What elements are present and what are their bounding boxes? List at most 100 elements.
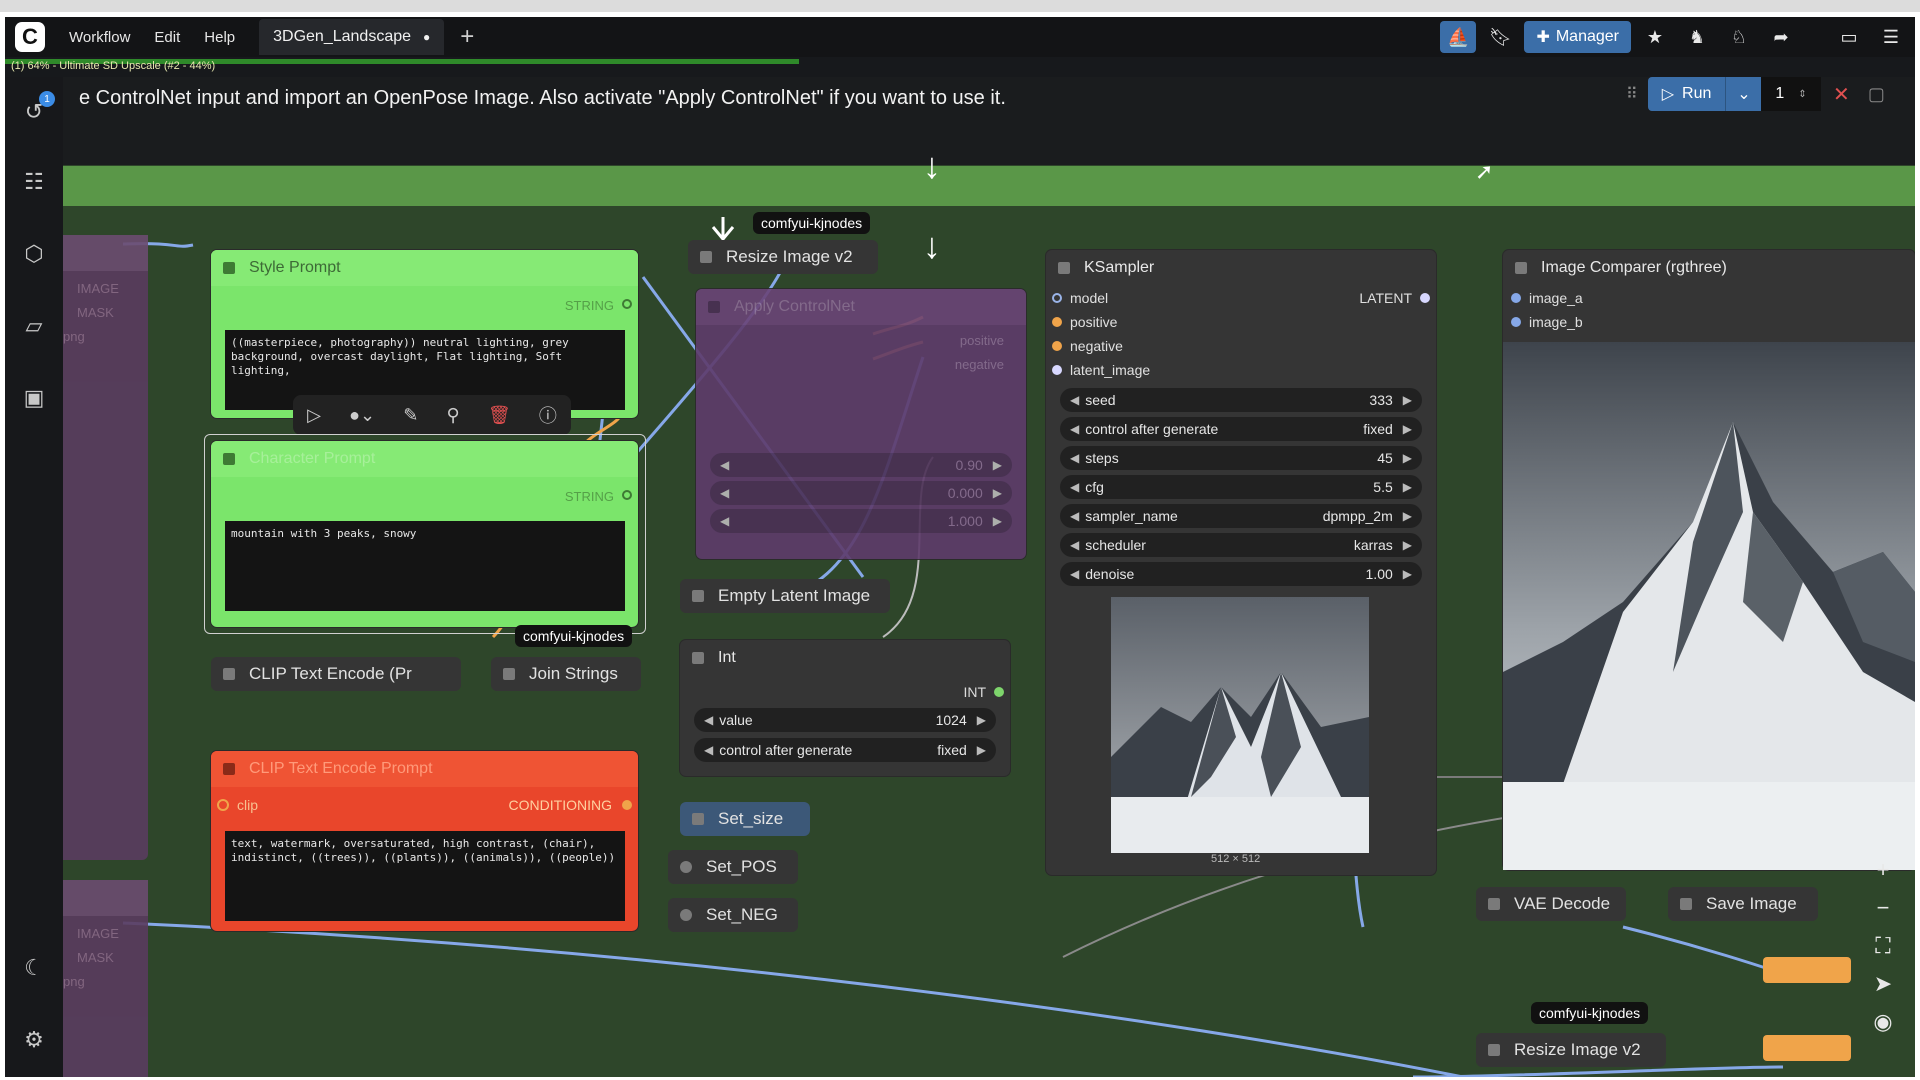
reroute-node-1[interactable] [1763, 957, 1851, 983]
int-cag-widget[interactable]: ◀ control after generate fixed ▶ [694, 738, 996, 762]
collapse-dot-icon-3[interactable] [223, 668, 235, 680]
collapse-dot-icon[interactable] [223, 262, 235, 274]
join-strings-node[interactable]: Join Strings [491, 657, 641, 691]
cag-decrement-icon[interactable]: ◀ [1070, 422, 1079, 436]
ks-input-negative[interactable]: negative [1052, 338, 1123, 354]
graph-canvas[interactable]: e ControlNet input and import an OpenPos… [63, 77, 1915, 1077]
scheduler-increment-icon[interactable]: ▶ [1403, 538, 1412, 552]
increment-arrow-icon-2[interactable]: ▶ [993, 486, 1002, 500]
delete-trash-icon[interactable]: 🗑︎ [488, 405, 511, 426]
collapse-dot-icon-2[interactable] [223, 453, 235, 465]
cfg-decrement-icon[interactable]: ◀ [1070, 480, 1079, 494]
steps-increment-icon[interactable]: ▶ [1403, 451, 1412, 465]
image-comparer-header[interactable]: Image Comparer (rgthree) [1503, 250, 1915, 286]
collapse-dot-icon-5[interactable] [223, 763, 235, 775]
queue-list-icon[interactable]: ☷ [19, 167, 49, 197]
menu-workflow[interactable]: Workflow [69, 29, 130, 46]
save-image-node[interactable]: Save Image [1668, 887, 1818, 921]
increment-arrow-icon-5[interactable]: ▶ [977, 743, 986, 757]
pin-icon[interactable]: ⚲ [447, 405, 460, 426]
increment-arrow-icon[interactable]: ▶ [993, 458, 1002, 472]
collapse-dot-icon-14[interactable] [1515, 262, 1527, 274]
cfg-widget[interactable]: ◀ cfg 5.5 ▶ [1060, 475, 1422, 499]
neg-output-dot-icon[interactable] [622, 800, 632, 810]
menu-edit[interactable]: Edit [154, 29, 180, 46]
apply-controlnet-node[interactable]: Apply ControlNet positive negative ◀ 0.9… [696, 289, 1026, 559]
int-output-dot-icon[interactable] [994, 687, 1004, 697]
collapse-dot-icon-4[interactable] [503, 668, 515, 680]
steps-widget[interactable]: ◀ steps 45 ▶ [1060, 446, 1422, 470]
cn-start-widget[interactable]: ◀ 0.000 ▶ [710, 481, 1012, 505]
denoise-decrement-icon[interactable]: ◀ [1070, 567, 1079, 581]
collapse-dot-icon-9[interactable] [692, 652, 704, 664]
cag-increment-icon[interactable]: ▶ [1403, 422, 1412, 436]
gallery-icon[interactable]: ▣ [19, 383, 49, 413]
int-value-widget[interactable]: ◀ value 1024 ▶ [694, 708, 996, 732]
seed-increment-icon[interactable]: ▶ [1403, 393, 1412, 407]
character-prompt-node[interactable]: Character Prompt STRING mountain with 3 … [211, 441, 638, 627]
seed-decrement-icon[interactable]: ◀ [1070, 393, 1079, 407]
panel-toggle-icon[interactable]: ▭ [1831, 21, 1867, 53]
collapse-dot-icon-6[interactable] [700, 251, 712, 263]
set-pos-node[interactable]: Set_POS [668, 850, 798, 884]
set-size-node[interactable]: Set_size [680, 802, 810, 836]
cn-strength-widget[interactable]: ◀ 0.90 ▶ [710, 453, 1012, 477]
collapse-dot-icon-16[interactable] [1680, 898, 1692, 910]
int-node[interactable]: Int INT ◀ value 1024 ▶ ◀ control after g… [680, 640, 1010, 776]
visibility-eye-icon[interactable]: ◉ [1873, 1009, 1892, 1035]
collapse-dot-icon-7[interactable] [708, 301, 720, 313]
load-image-node-faded[interactable]: IMAGE MASK png [63, 235, 148, 860]
resize-image-v2-node[interactable]: Resize Image v2 [688, 240, 878, 274]
style-output-dot-icon[interactable] [622, 299, 632, 309]
tab-workflow[interactable]: 3DGen_Landscape ● [259, 19, 445, 55]
seed-widget[interactable]: ◀ seed 333 ▶ [1060, 388, 1422, 412]
bookmark-icon[interactable]: 🔖︎ [1482, 21, 1518, 53]
comparer-input-b[interactable]: image_b [1511, 314, 1583, 330]
ks-output-latent[interactable]: LATENT [1359, 290, 1430, 306]
ksampler-node[interactable]: KSampler model positive negative latent_… [1046, 250, 1436, 875]
character-prompt-header[interactable]: Character Prompt [211, 441, 638, 477]
fit-view-icon[interactable]: ⛶ [1875, 933, 1890, 959]
hamburger-menu-icon[interactable]: ☰ [1873, 21, 1909, 53]
denoise-increment-icon[interactable]: ▶ [1403, 567, 1412, 581]
neg-clip-dot-icon[interactable] [217, 799, 229, 811]
character-output-dot-icon[interactable] [622, 490, 632, 500]
decrement-arrow-icon-3[interactable]: ◀ [720, 514, 729, 528]
zoom-out-icon[interactable]: − [1877, 895, 1890, 921]
ks-input-model[interactable]: model [1052, 290, 1108, 306]
scheduler-widget[interactable]: ◀ scheduler karras ▶ [1060, 533, 1422, 557]
decrement-arrow-icon-4[interactable]: ◀ [704, 713, 713, 727]
collapse-dot-icon-8[interactable] [692, 590, 704, 602]
pin-needle-icon[interactable]: ✎ [403, 405, 418, 426]
model-cube-icon[interactable]: ⬡ [19, 239, 49, 269]
sampler-widget[interactable]: ◀ sampler_name dpmpp_2m ▶ [1060, 504, 1422, 528]
history-icon[interactable]: ↺ 1 [19, 91, 55, 127]
menu-help[interactable]: Help [204, 29, 235, 46]
vae-decode-node[interactable]: VAE Decode [1476, 887, 1626, 921]
collapse-dot-icon-11[interactable] [680, 861, 692, 873]
zoom-in-icon[interactable]: + [1877, 857, 1890, 883]
cat-outline-icon[interactable]: ♘ [1721, 21, 1757, 53]
settings-gear-icon[interactable]: ⚙ [19, 1025, 49, 1055]
negative-prompt-textarea[interactable]: text, watermark, oversaturated, high con… [225, 831, 625, 921]
sampler-increment-icon[interactable]: ▶ [1403, 509, 1412, 523]
sampler-decrement-icon[interactable]: ◀ [1070, 509, 1079, 523]
int-header[interactable]: Int [680, 640, 1010, 676]
negative-prompt-node[interactable]: CLIP Text Encode Prompt clip CONDITIONIN… [211, 751, 638, 931]
collapse-dot-icon-13[interactable] [1058, 262, 1070, 274]
folder-icon[interactable]: ▱ [19, 311, 49, 341]
style-prompt-node[interactable]: Style Prompt STRING ((masterpiece, photo… [211, 250, 638, 418]
style-prompt-header[interactable]: Style Prompt [211, 250, 638, 286]
help-icon[interactable]: ⓘ [539, 402, 557, 428]
collapse-dot-icon-15[interactable] [1488, 898, 1500, 910]
cfg-increment-icon[interactable]: ▶ [1403, 480, 1412, 494]
increment-arrow-icon-3[interactable]: ▶ [993, 514, 1002, 528]
scheduler-decrement-icon[interactable]: ◀ [1070, 538, 1079, 552]
add-tab-button[interactable]: + [460, 23, 474, 51]
set-neg-node[interactable]: Set_NEG [668, 898, 798, 932]
comparer-input-a[interactable]: image_a [1511, 290, 1583, 306]
load-image-node-faded-2[interactable]: IMAGE MASK png [63, 880, 148, 1077]
decrement-arrow-icon-2[interactable]: ◀ [720, 486, 729, 500]
image-comparer-node[interactable]: Image Comparer (rgthree) image_a image_b [1503, 250, 1915, 870]
resize-image-v2-bottom-node[interactable]: Resize Image v2 [1476, 1033, 1666, 1067]
